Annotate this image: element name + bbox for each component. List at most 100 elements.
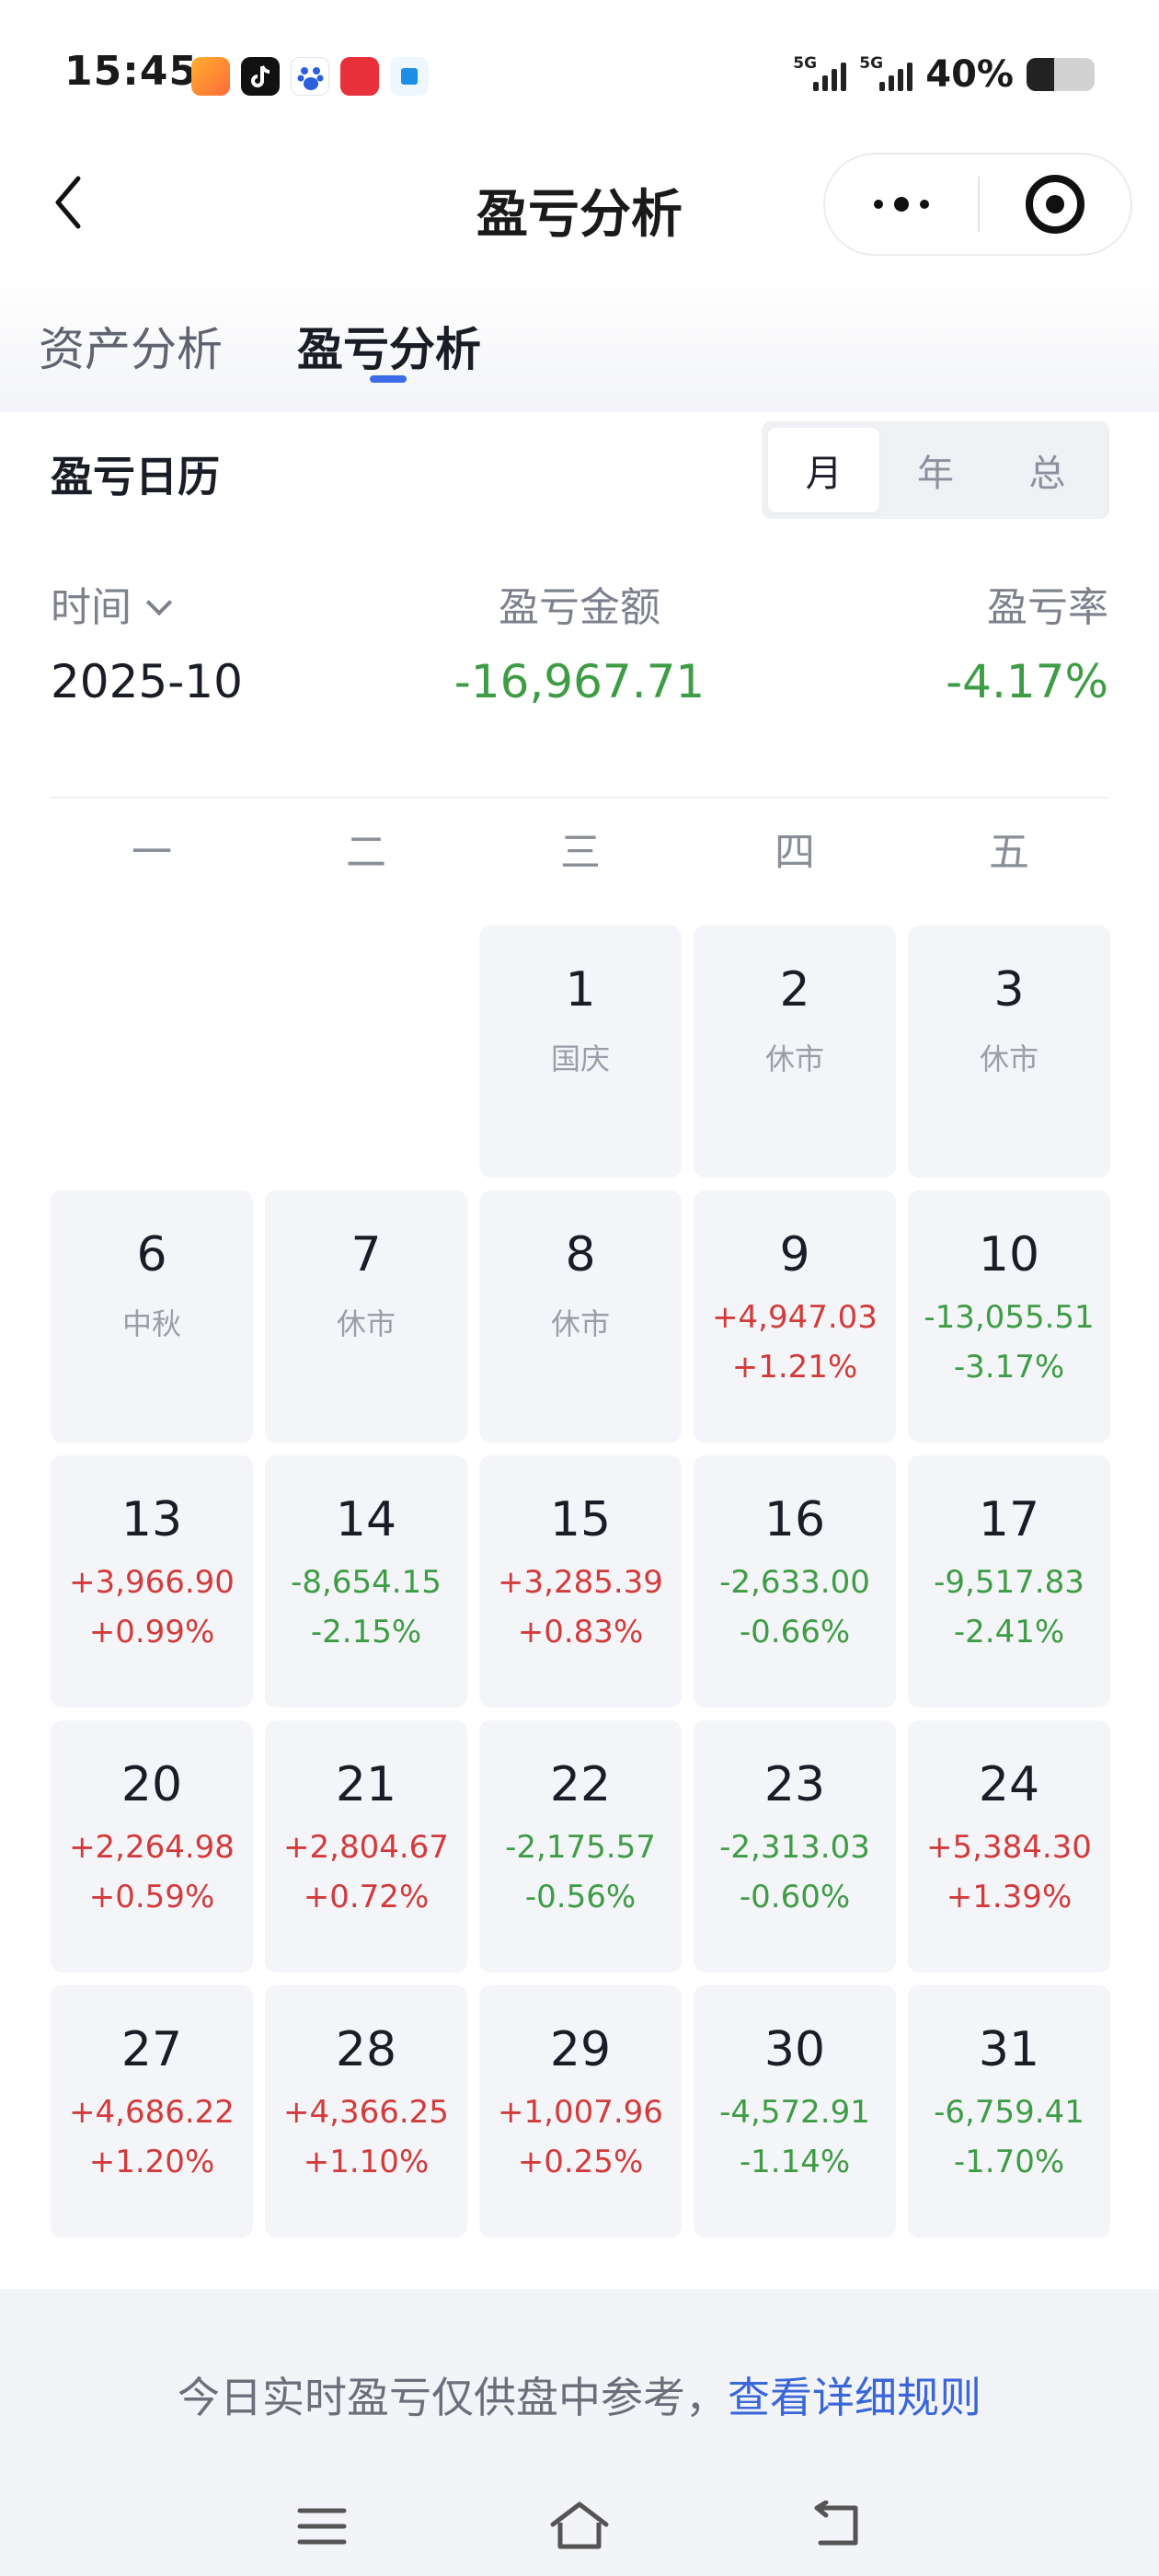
segment-total[interactable]: 总: [992, 428, 1103, 512]
holiday-note: 休市: [336, 1306, 396, 1341]
calendar-day-cell[interactable]: 8 休市: [479, 1190, 682, 1443]
daily-pnl-rate: -1.14%: [739, 2144, 851, 2180]
signal-icon: 5G: [793, 54, 847, 91]
tiktok-icon: [241, 57, 280, 96]
more-dot-icon: [920, 200, 929, 209]
more-button[interactable]: [825, 155, 978, 254]
calendar-day-cell[interactable]: 20 +2,264.98 +0.59%: [51, 1720, 253, 1972]
more-dot-icon: [894, 197, 909, 212]
divider: [51, 797, 1108, 799]
notification-app-icons: [191, 57, 429, 96]
daily-pnl-amount: -9,517.83: [934, 1564, 1084, 1601]
active-tab-indicator: [370, 375, 407, 383]
nav-bar: 盈亏分析: [0, 138, 1159, 272]
daily-pnl-amount: +1,007.96: [498, 2094, 663, 2131]
daily-pnl-amount: +5,384.30: [926, 1829, 1092, 1866]
pnl-calendar-card: 盈亏日历 月 年 总 时间 盈亏金额 盈亏率 2025-10 -16,967.7…: [0, 412, 1159, 2289]
daily-pnl-amount: +2,804.67: [283, 1829, 449, 1866]
holiday-note: 国庆: [550, 1041, 610, 1076]
calendar-day-cell[interactable]: 14 -8,654.15 -2.15%: [265, 1455, 467, 1708]
calendar-day-cell[interactable]: 13 +3,966.90 +0.99%: [51, 1455, 253, 1708]
daily-pnl-rate: +0.99%: [88, 1614, 215, 1650]
calendar-day-cell[interactable]: 24 +5,384.30 +1.39%: [908, 1720, 1110, 1972]
day-number: 31: [978, 2022, 1040, 2077]
calendar-day-cell[interactable]: 27 +4,686.22 +1.20%: [51, 1985, 253, 2237]
weekday-label: 二: [346, 829, 386, 876]
status-bar: 15:45 5G 5G 40%: [0, 0, 1159, 138]
daily-pnl-rate: +1.39%: [946, 1879, 1073, 1915]
calendar-day-cell[interactable]: 9 +4,947.03 +1.21%: [694, 1190, 896, 1443]
calendar-day-cell[interactable]: 15 +3,285.39 +0.83%: [479, 1455, 682, 1708]
calendar-day-cell[interactable]: 23 -2,313.03 -0.60%: [694, 1720, 896, 1972]
calendar-day-cell[interactable]: 1 国庆: [479, 926, 682, 1178]
section-title: 盈亏日历: [51, 452, 220, 501]
weekday-label: 四: [775, 829, 815, 876]
calendar-day-cell[interactable]: 28 +4,366.25 +1.10%: [265, 1985, 467, 2237]
holiday-note: 中秋: [121, 1306, 181, 1341]
return-icon: [814, 2501, 858, 2546]
close-button[interactable]: [980, 155, 1130, 254]
calendar-day-cell[interactable]: 7 休市: [265, 1190, 467, 1443]
calendar-day-cell[interactable]: 17 -9,517.83 -2.41%: [908, 1455, 1110, 1708]
more-dot-icon: [874, 200, 883, 209]
daily-pnl-amount: -8,654.15: [291, 1564, 442, 1601]
calendar-day-cell[interactable]: 22 -2,175.57 -0.56%: [479, 1720, 682, 1972]
status-time: 15:45: [64, 48, 199, 95]
footer: 今日实时盈亏仅供盘中参考，查看详细规则: [0, 2289, 1159, 2576]
status-indicators: 5G 5G 40%: [793, 53, 1095, 96]
daily-pnl-amount: +3,966.90: [69, 1564, 235, 1601]
calendar-day-cell[interactable]: 29 +1,007.96 +0.25%: [479, 1985, 682, 2237]
total-rate: -4.17%: [946, 655, 1108, 708]
rules-link[interactable]: 查看详细规则: [728, 2373, 981, 2422]
calendar-day-cell[interactable]: 16 -2,633.00 -0.66%: [694, 1455, 896, 1708]
daily-pnl-amount: +3,285.39: [498, 1564, 663, 1601]
day-number: 16: [763, 1492, 826, 1547]
daily-pnl-rate: +0.72%: [303, 1879, 430, 1915]
calendar-day-cell[interactable]: 2 休市: [694, 926, 896, 1178]
footer-note-text: 今日实时盈亏仅供盘中参考，: [178, 2373, 728, 2422]
period-segment-control: 月 年 总: [762, 421, 1109, 519]
battery-percent: 40%: [925, 53, 1014, 96]
day-number: 15: [549, 1492, 612, 1547]
home-icon: [550, 2501, 609, 2549]
segment-year[interactable]: 年: [879, 428, 991, 512]
shopping-app-icon: [340, 57, 379, 96]
calendar-day-cell[interactable]: 10 -13,055.51 -3.17%: [908, 1190, 1110, 1443]
return-button[interactable]: [796, 2490, 878, 2563]
day-number: 2: [779, 962, 810, 1018]
daily-pnl-amount: -13,055.51: [924, 1299, 1095, 1336]
weekday-header: 一 二 三 四 五: [51, 819, 1108, 892]
calendar-day-cell[interactable]: 21 +2,804.67 +0.72%: [265, 1720, 467, 1972]
daily-pnl-rate: +1.20%: [88, 2144, 215, 2180]
home-button[interactable]: [538, 2490, 621, 2563]
calendar-day-cell[interactable]: 30 -4,572.91 -1.14%: [694, 1985, 896, 2237]
daily-pnl-amount: +2,264.98: [69, 1829, 235, 1866]
day-number: 6: [136, 1227, 167, 1282]
daily-pnl-rate: -1.70%: [953, 2144, 1065, 2180]
daily-pnl-amount: +4,947.03: [712, 1299, 878, 1336]
menu-button[interactable]: [281, 2490, 363, 2563]
baidu-icon: [291, 57, 329, 96]
day-number: 24: [978, 1757, 1040, 1812]
footer-note: 今日实时盈亏仅供盘中参考，查看详细规则: [0, 2364, 1159, 2425]
daily-pnl-rate: -0.56%: [524, 1879, 637, 1915]
calendar-day-cell[interactable]: 6 中秋: [51, 1190, 253, 1443]
daily-pnl-rate: -2.15%: [310, 1614, 422, 1650]
daily-pnl-rate: -2.41%: [953, 1614, 1065, 1650]
weekday-label: 一: [132, 829, 172, 876]
analysis-tabs: 资产分析 盈亏分析: [0, 272, 1159, 412]
day-number: 28: [335, 2022, 397, 2077]
segment-month[interactable]: 月: [768, 428, 880, 512]
calendar-day-cell[interactable]: 3 休市: [908, 926, 1110, 1178]
day-number: 3: [993, 962, 1025, 1018]
daily-pnl-rate: -0.60%: [739, 1879, 851, 1915]
tab-pnl-analysis[interactable]: 盈亏分析: [297, 313, 481, 379]
daily-pnl-rate: +0.83%: [517, 1614, 644, 1650]
daily-pnl-amount: -2,313.03: [719, 1829, 870, 1866]
signal-icon-2: 5G: [859, 54, 913, 91]
menu-icon: [297, 2508, 347, 2545]
day-number: 9: [779, 1227, 810, 1282]
tab-asset-analysis[interactable]: 资产分析: [39, 313, 223, 379]
daily-pnl-rate: +0.59%: [88, 1879, 215, 1915]
calendar-day-cell[interactable]: 31 -6,759.41 -1.70%: [908, 1985, 1110, 2237]
